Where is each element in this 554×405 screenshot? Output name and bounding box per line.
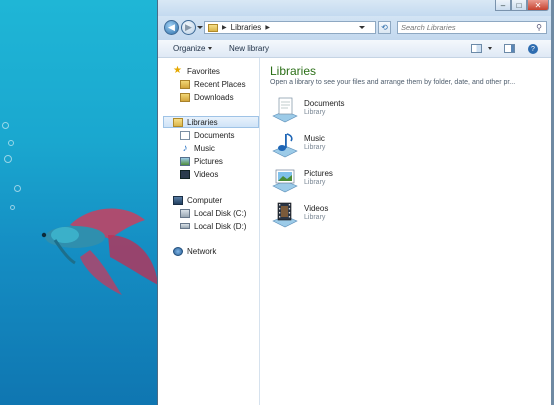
documents-icon xyxy=(180,130,190,140)
breadcrumb-separator[interactable]: ▶ xyxy=(222,24,227,31)
chevron-down-icon xyxy=(208,47,213,51)
libraries-icon xyxy=(173,117,183,127)
nav-item-label: Local Disk (C:) xyxy=(194,208,247,218)
organize-label: Organize xyxy=(173,44,206,53)
library-name: Documents xyxy=(304,99,345,108)
nav-item-label: Local Disk (D:) xyxy=(194,221,247,231)
nav-item-label: Music xyxy=(194,143,215,153)
refresh-button[interactable]: ⟲ xyxy=(378,21,391,34)
drive-icon xyxy=(180,223,190,229)
arrow-left-icon: ◀ xyxy=(168,22,175,32)
bubble-decoration xyxy=(4,155,12,163)
change-view-icon[interactable] xyxy=(471,44,482,53)
nav-item-downloads[interactable]: Downloads xyxy=(180,91,234,103)
pictures-library-icon xyxy=(272,169,298,193)
address-dropdown[interactable] xyxy=(359,26,365,29)
nav-network-label: Network xyxy=(187,246,217,256)
nav-favorites[interactable]: ★ Favorites xyxy=(173,65,220,77)
library-name: Videos xyxy=(304,204,329,213)
nav-libraries[interactable]: Libraries xyxy=(163,116,259,128)
library-content: Libraries Open a library to see your fil… xyxy=(260,58,554,405)
page-title: Libraries xyxy=(270,64,317,78)
minimize-icon: – xyxy=(500,0,506,10)
nav-item-videos[interactable]: Videos xyxy=(180,168,218,180)
window-controls: – □ ✕ xyxy=(495,0,549,11)
libraries-folder-icon xyxy=(208,23,218,32)
nav-favorites-label: Favorites xyxy=(187,66,220,76)
videos-library-icon xyxy=(272,202,298,228)
refresh-icon: ⟲ xyxy=(381,23,388,32)
bubble-decoration xyxy=(10,205,15,210)
documents-library-icon xyxy=(272,97,298,123)
music-library-icon xyxy=(272,133,298,158)
breadcrumb-separator[interactable]: ▶ xyxy=(265,24,270,31)
music-note-icon: ♪ xyxy=(182,142,188,154)
nav-computer[interactable]: Computer xyxy=(173,194,222,206)
star-icon: ★ xyxy=(173,65,182,76)
library-type: Library xyxy=(304,109,326,116)
nav-item-recent-places[interactable]: Recent Places xyxy=(180,78,246,90)
nav-computer-label: Computer xyxy=(187,195,223,205)
explorer-window: – □ ✕ ◀ ▶ ▶ Libraries ▶ ⟲ ⚲ Organize New… xyxy=(157,0,554,405)
library-type: Library xyxy=(304,179,326,186)
library-type: Library xyxy=(304,144,326,151)
nav-network[interactable]: Network xyxy=(173,245,216,257)
help-icon[interactable]: ? xyxy=(528,44,538,54)
nav-item-label: Videos xyxy=(194,169,219,179)
nav-item-local-disk-c[interactable]: Local Disk (C:) xyxy=(180,207,246,219)
back-button[interactable]: ◀ xyxy=(164,20,179,35)
organize-button[interactable]: Organize xyxy=(173,44,213,53)
view-options-dropdown[interactable] xyxy=(485,44,492,53)
videos-icon xyxy=(180,169,190,179)
preview-pane-icon[interactable] xyxy=(504,44,515,53)
nav-libraries-label: Libraries xyxy=(187,117,218,127)
close-button[interactable]: ✕ xyxy=(527,0,549,11)
navigation-pane: ★ Favorites Recent Places Downloads Libr… xyxy=(158,58,260,405)
nav-item-pictures[interactable]: Pictures xyxy=(180,155,223,167)
library-name: Music xyxy=(304,134,325,143)
maximize-icon: □ xyxy=(516,0,522,10)
betta-fish-image xyxy=(41,208,158,295)
page-subtitle: Open a library to see your files and arr… xyxy=(270,79,516,86)
title-bar[interactable]: – □ ✕ xyxy=(158,0,554,16)
nav-item-label: Pictures xyxy=(194,156,223,166)
pictures-icon xyxy=(180,156,190,166)
search-box[interactable]: ⚲ xyxy=(397,21,547,34)
nav-item-documents[interactable]: Documents xyxy=(180,129,234,141)
nav-item-music[interactable]: ♪ Music xyxy=(180,142,215,154)
network-icon xyxy=(173,246,183,256)
recent-pages-dropdown[interactable] xyxy=(197,26,203,29)
bubble-decoration xyxy=(14,185,21,192)
computer-icon xyxy=(173,195,183,205)
address-row: ◀ ▶ ▶ Libraries ▶ ⟲ ⚲ xyxy=(158,16,554,40)
arrow-right-icon: ▶ xyxy=(185,22,192,32)
search-input[interactable] xyxy=(398,23,521,32)
library-type: Library xyxy=(304,214,326,221)
nav-item-label: Recent Places xyxy=(194,79,246,89)
windows-drive-icon xyxy=(180,208,190,218)
new-library-button[interactable]: New library xyxy=(229,44,269,53)
close-icon: ✕ xyxy=(534,0,542,10)
downloads-folder-icon xyxy=(180,92,190,102)
chevron-down-icon xyxy=(488,47,492,51)
nav-item-label: Documents xyxy=(194,130,235,140)
nav-item-label: Downloads xyxy=(194,92,234,102)
nav-item-local-disk-d[interactable]: Local Disk (D:) xyxy=(180,220,246,232)
new-library-label: New library xyxy=(229,44,270,53)
command-bar: Organize New library ? xyxy=(158,40,554,58)
library-name: Pictures xyxy=(304,169,333,178)
bubble-decoration xyxy=(8,140,14,146)
recent-places-icon xyxy=(180,79,190,89)
search-icon: ⚲ xyxy=(536,23,542,32)
maximize-button[interactable]: □ xyxy=(511,0,527,11)
minimize-button[interactable]: – xyxy=(495,0,511,11)
forward-button[interactable]: ▶ xyxy=(181,20,196,35)
breadcrumb-libraries[interactable]: Libraries xyxy=(231,23,262,32)
address-bar[interactable]: ▶ Libraries ▶ xyxy=(204,21,376,34)
bubble-decoration xyxy=(2,122,9,129)
